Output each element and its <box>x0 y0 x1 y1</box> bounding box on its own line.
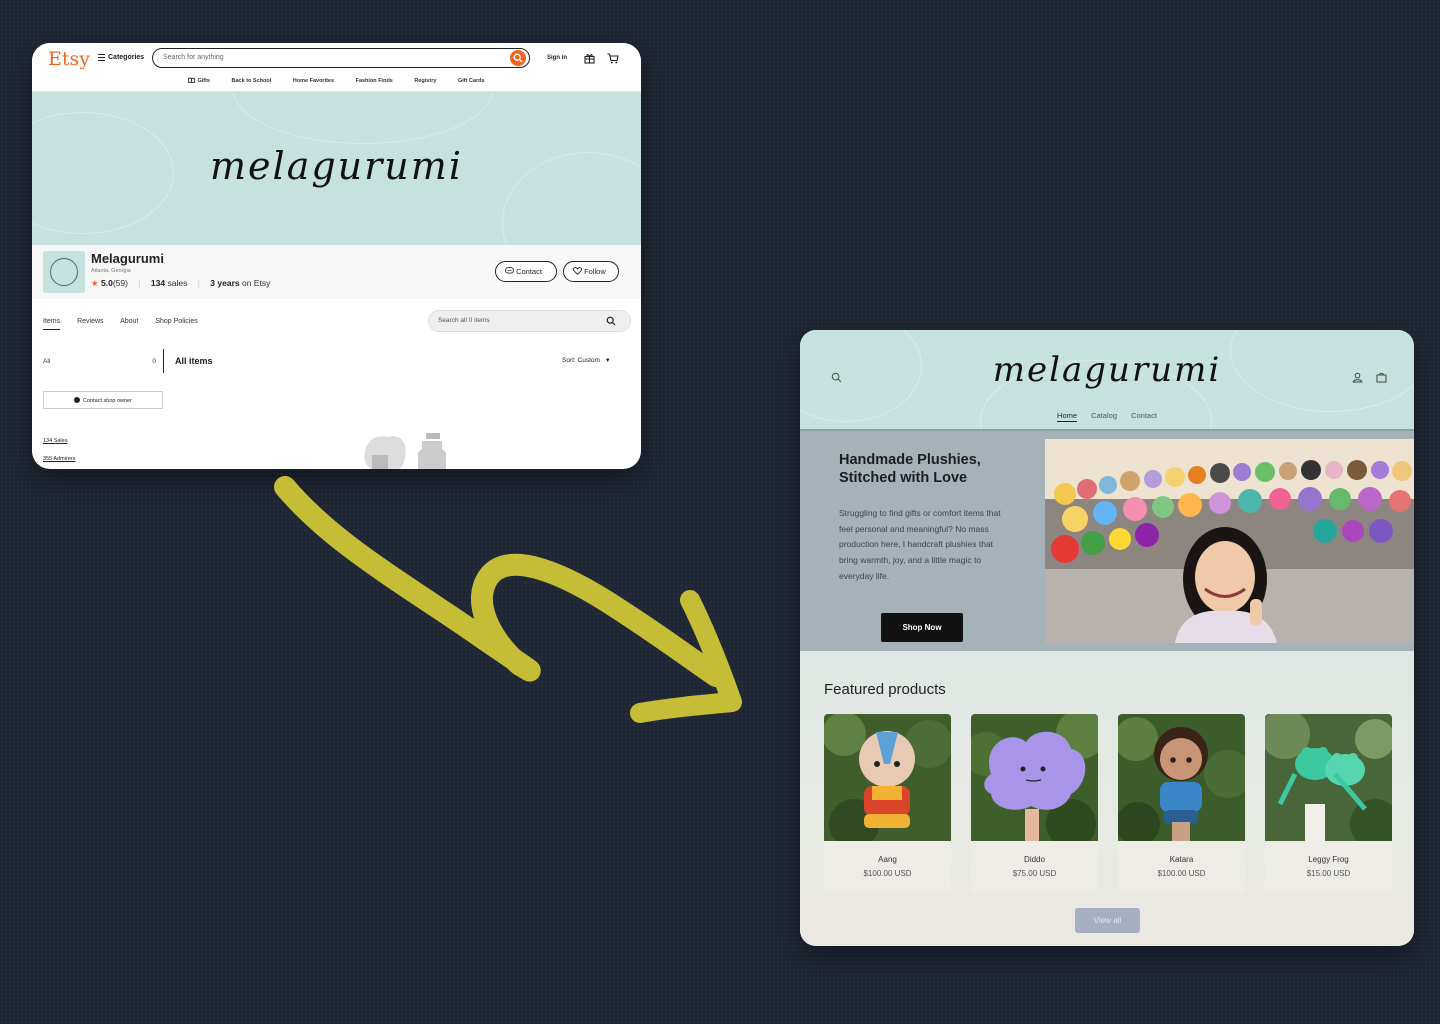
product-price: $15.00 USD <box>1306 869 1351 878</box>
product-image-katara <box>1118 714 1245 841</box>
nav-catalog[interactable]: Catalog <box>1091 411 1117 420</box>
product-price: $100.00 USD <box>1157 869 1206 878</box>
product-image-leggy-frog <box>1265 714 1392 841</box>
shop-now-button[interactable]: Shop Now <box>881 613 963 642</box>
product-card[interactable]: Aang $100.00 USD <box>824 714 951 894</box>
product-price: $75.00 USD <box>1012 869 1057 878</box>
product-name: Diddo <box>1024 855 1045 864</box>
store-header: melagurumi Home Catalog Contact <box>800 330 1414 429</box>
nav-home[interactable]: Home <box>1057 411 1078 422</box>
hero-section: Handmade Plushies, Stitched with Love St… <box>800 429 1414 653</box>
view-all-button[interactable]: View all <box>1075 908 1140 933</box>
nav-contact[interactable]: Contact <box>1131 411 1157 420</box>
store-logo[interactable]: melagurumi <box>800 350 1414 390</box>
plushie-collection-photo <box>1045 439 1414 643</box>
cart-bag-icon[interactable] <box>1376 372 1387 383</box>
featured-products-section: Featured products Aang $100.00 USD Diddo… <box>800 651 1414 946</box>
hero-photo <box>1045 439 1414 643</box>
account-icon[interactable] <box>1352 372 1363 383</box>
hero-description: Struggling to find gifts or comfort item… <box>839 508 1001 581</box>
product-name: Katara <box>1169 855 1194 864</box>
product-name: Leggy Frog <box>1308 855 1349 864</box>
product-name: Aang <box>878 855 897 864</box>
product-card[interactable]: Katara $100.00 USD <box>1118 714 1245 894</box>
product-image-diddo <box>971 714 1098 841</box>
hero-title: Handmade Plushies, Stitched with Love <box>839 452 981 486</box>
shopify-store-screenshot: melagurumi Home Catalog Contact Handmade… <box>800 330 1414 946</box>
product-image-aang <box>824 714 951 841</box>
product-card[interactable]: Diddo $75.00 USD <box>971 714 1098 894</box>
store-nav: Home Catalog Contact <box>800 411 1414 422</box>
product-price: $100.00 USD <box>863 869 912 878</box>
product-card[interactable]: Leggy Frog $15.00 USD <box>1265 714 1392 894</box>
featured-title: Featured products <box>824 681 946 698</box>
